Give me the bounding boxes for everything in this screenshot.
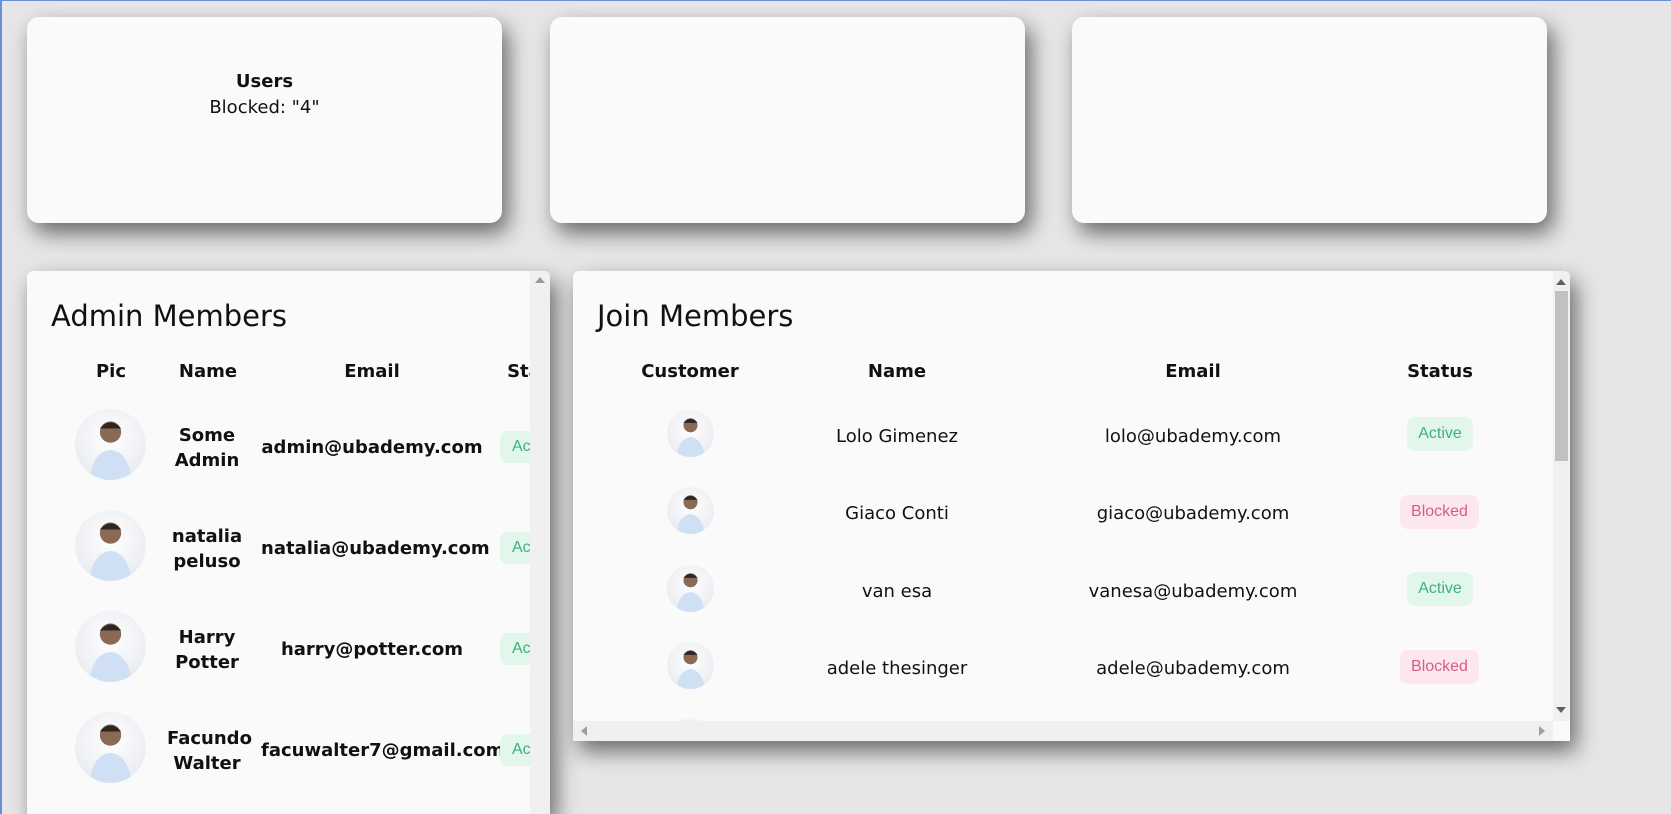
member-name: Giaco Conti [845, 503, 949, 524]
avatar [75, 409, 146, 480]
admin-header-status: Status [507, 361, 530, 382]
member-email: vanesa@ubademy.com [1088, 581, 1298, 602]
avatar [75, 611, 146, 682]
admin-name: natalia peluso [171, 526, 243, 572]
member-email: lolo@ubademy.com [1104, 426, 1282, 447]
status-badge: Active [500, 431, 530, 463]
scroll-right-arrow-icon[interactable] [1539, 726, 1545, 736]
join-members-title: Join Members [597, 299, 794, 333]
member-name: Lolo Gimenez [836, 426, 958, 447]
status-badge: Active [500, 633, 530, 665]
table-row: Harry Potter harry@potter.com Active [27, 611, 530, 712]
admin-header-name: Name [178, 361, 238, 382]
admin-email: harry@potter.com [280, 639, 464, 660]
status-badge: Active [1407, 572, 1473, 606]
table-row: Lolo Gimenez lolo@ubademy.com Active [573, 409, 1553, 486]
status-badge: Active [1407, 417, 1473, 451]
table-row: adele thesinger adele@ubademy.com Blocke… [573, 641, 1553, 718]
join-header-status: Status [1407, 361, 1473, 382]
status-badge: Blocked [1400, 650, 1479, 684]
admin-email: admin@ubademy.com [261, 437, 483, 458]
join-horizontal-scrollbar[interactable] [573, 721, 1553, 741]
status-badge: Active [500, 734, 530, 766]
status-badge: Active [500, 532, 530, 564]
member-name: adele thesinger [826, 658, 968, 679]
join-members-panel: Join Members Customer Name Email Status … [573, 271, 1570, 741]
join-header-email: Email [1165, 361, 1221, 382]
admin-name: Harry Potter [175, 627, 239, 673]
avatar [667, 642, 714, 689]
stat-card-3 [1072, 17, 1547, 223]
admin-email: natalia@ubademy.com [261, 538, 490, 559]
join-header-customer: Customer [641, 361, 739, 382]
users-stat-title: Users [235, 71, 294, 92]
admin-members-table: Admin Members Pic Name Email Status Some… [27, 271, 530, 814]
table-row: Some Admin admin@ubademy.com Active [27, 409, 530, 510]
table-row: Giaco Conti giaco@ubademy.com Blocked [573, 486, 1553, 563]
scroll-down-arrow-icon[interactable] [1556, 707, 1566, 713]
users-stat-card: Users Blocked: "4" [27, 17, 502, 223]
member-email: adele@ubademy.com [1096, 658, 1290, 679]
admin-header-email: Email [344, 361, 400, 382]
join-header-name: Name [867, 361, 927, 382]
admin-name: Facundo Walter [167, 728, 252, 774]
scroll-up-arrow-icon[interactable] [535, 277, 545, 283]
join-members-table: Join Members Customer Name Email Status … [573, 271, 1553, 721]
avatar [75, 712, 146, 783]
avatar [667, 410, 714, 457]
blocked-count: Blocked: "4" [209, 97, 320, 118]
status-badge: Blocked [1400, 495, 1479, 529]
admin-email: facuwalter7@gmail.com [261, 740, 505, 761]
admin-header-pic: Pic [95, 361, 127, 382]
stat-card-2 [550, 17, 1025, 223]
table-row: Facundo Walter facuwalter7@gmail.com Act… [27, 712, 530, 813]
admin-name: Some Admin [174, 425, 240, 471]
admin-members-title: Admin Members [51, 299, 288, 333]
scroll-thumb[interactable] [1555, 291, 1568, 461]
join-vertical-scrollbar[interactable] [1553, 271, 1570, 721]
avatar [667, 565, 714, 612]
member-email: giaco@ubademy.com [1096, 503, 1290, 524]
avatar [667, 487, 714, 534]
scroll-up-arrow-icon[interactable] [1556, 279, 1566, 285]
table-row: van esa vanesa@ubademy.com Active [573, 564, 1553, 641]
admin-vertical-scrollbar[interactable] [530, 271, 550, 814]
member-name: van esa [861, 581, 933, 602]
avatar [75, 510, 146, 581]
scroll-left-arrow-icon[interactable] [581, 726, 587, 736]
table-row: natalia peluso natalia@ubademy.com Activ… [27, 510, 530, 611]
admin-members-panel: Admin Members Pic Name Email Status Some… [27, 271, 550, 814]
